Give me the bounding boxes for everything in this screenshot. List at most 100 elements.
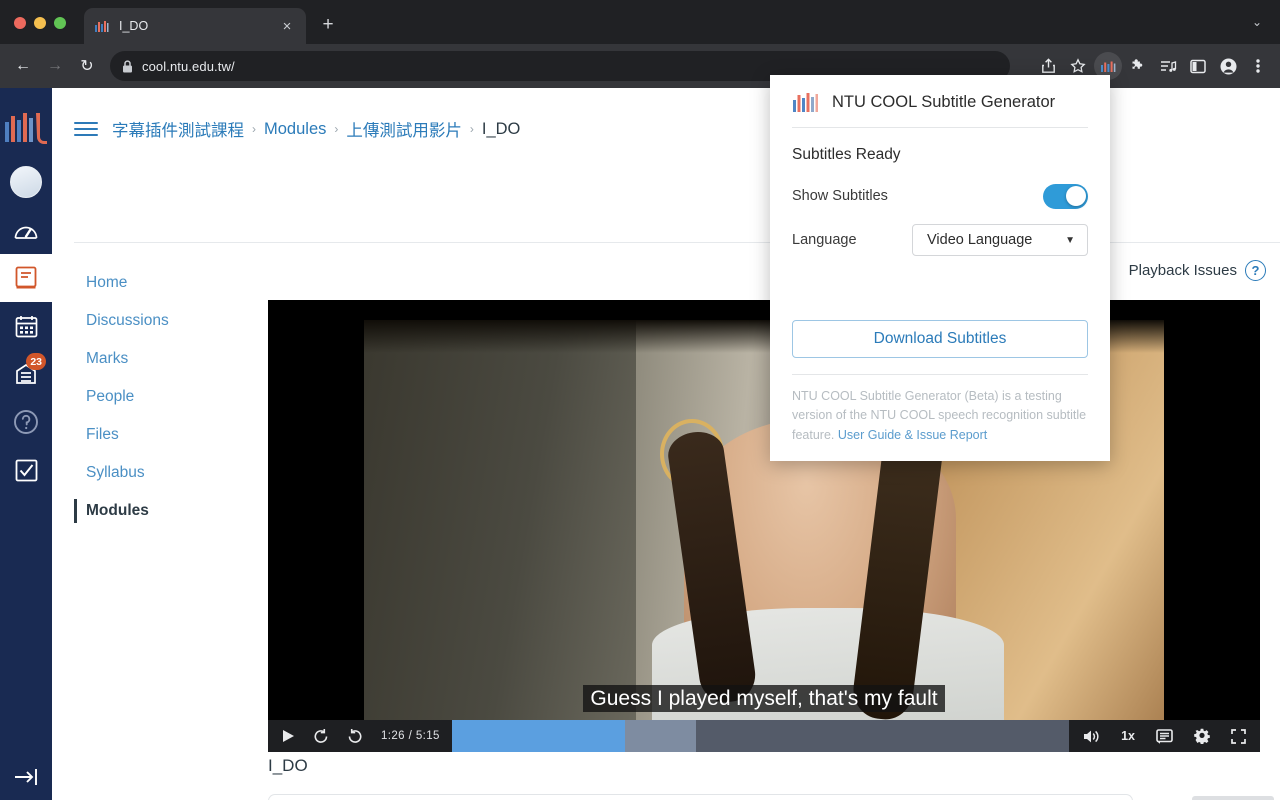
media-track-panel[interactable] — [268, 794, 1133, 800]
playback-issues-label: Playback Issues — [1128, 262, 1237, 279]
rewind-icon — [314, 729, 328, 743]
lock-icon — [123, 59, 132, 72]
progress-buffered — [624, 720, 696, 752]
popup-header: NTU COOL Subtitle Generator — [770, 75, 1110, 127]
extensions-puzzle-icon[interactable] — [1124, 52, 1152, 80]
course-nav-item-discussions[interactable]: Discussions — [74, 302, 246, 340]
settings-button[interactable] — [1194, 728, 1210, 744]
user-guide-link[interactable]: User Guide & Issue Report — [838, 428, 987, 442]
show-subtitles-label: Show Subtitles — [792, 188, 888, 204]
video-player[interactable]: Guess I played myself, that's my fault 1… — [268, 300, 1260, 752]
course-nav-item-marks[interactable]: Marks — [74, 340, 246, 378]
media-track-chip — [1192, 796, 1274, 800]
forward-button[interactable]: → — [40, 51, 70, 81]
back-button[interactable]: ← — [8, 51, 38, 81]
sidebar-item-help[interactable] — [0, 398, 52, 446]
language-value: Video Language — [927, 232, 1033, 248]
breadcrumb-item-current: I_DO — [481, 119, 521, 138]
cool-bars-icon — [95, 21, 109, 32]
new-tab-button[interactable]: + — [314, 11, 342, 39]
tab-strip: I_DO × + ⌄ — [0, 0, 1280, 44]
duration: 5:15 — [415, 730, 440, 742]
toggle-knob — [1065, 186, 1086, 206]
language-label: Language — [792, 232, 857, 248]
subtitle-text: Guess I played myself, that's my fault — [583, 684, 945, 712]
browser-window: I_DO × + ⌄ ← → ↻ cool.ntu.edu.tw/ 23 字幕插… — [0, 0, 1280, 800]
question-icon — [14, 410, 38, 434]
download-subtitles-button[interactable]: Download Subtitles — [792, 319, 1088, 358]
book-icon — [15, 266, 37, 289]
rewind-button[interactable] — [313, 728, 329, 744]
fullscreen-button[interactable] — [1231, 728, 1246, 744]
sidebar-item-calendar[interactable] — [0, 302, 52, 350]
current-time: 1:26 — [381, 730, 405, 742]
side-panel-icon[interactable] — [1184, 52, 1212, 80]
window-traffic-lights — [14, 17, 66, 44]
ntu-cool-logo[interactable] — [0, 96, 52, 158]
course-nav-menu-button[interactable] — [74, 122, 98, 136]
sidebar-item-courses[interactable] — [0, 254, 52, 302]
sidebar-item-todo[interactable] — [0, 446, 52, 494]
chrome-menu-icon[interactable] — [1244, 52, 1272, 80]
progress-bar[interactable] — [451, 720, 1070, 752]
minimize-window-button[interactable] — [34, 17, 46, 29]
breadcrumb: 字幕插件測試課程 › Modules › 上傳測試用影片 › I_DO — [112, 117, 520, 141]
breadcrumb-item-course[interactable]: 字幕插件測試課程 — [112, 117, 244, 141]
reading-list-icon[interactable] — [1154, 52, 1182, 80]
course-nav-item-files[interactable]: Files — [74, 416, 246, 454]
close-window-button[interactable] — [14, 17, 26, 29]
media-title: I_DO — [268, 756, 308, 775]
player-time: 1:26 / 5:15 — [381, 730, 440, 742]
captions-icon — [1156, 728, 1173, 744]
course-nav-item-syllabus[interactable]: Syllabus — [74, 454, 246, 492]
language-row: Language Video Language ▼ — [792, 224, 1088, 256]
popup-title: NTU COOL Subtitle Generator — [832, 92, 1056, 111]
breadcrumb-separator: › — [252, 122, 256, 136]
cool-bars-icon — [793, 93, 818, 112]
gear-icon — [1194, 728, 1210, 744]
close-icon[interactable]: × — [278, 17, 296, 35]
browser-tab[interactable]: I_DO × — [84, 8, 306, 44]
sidebar-item-inbox[interactable]: 23 — [0, 350, 52, 398]
breadcrumb-separator: › — [334, 122, 339, 136]
captions-button[interactable] — [1156, 728, 1173, 744]
tab-title: I_DO — [119, 19, 149, 33]
playback-speed-button[interactable]: 1x — [1121, 729, 1135, 743]
course-navigation: Home Discussions Marks People Files Syll… — [74, 264, 246, 530]
language-select[interactable]: Video Language ▼ — [912, 224, 1088, 256]
breadcrumb-separator: › — [469, 122, 474, 136]
maximize-window-button[interactable] — [54, 17, 66, 29]
forward-button[interactable] — [347, 728, 363, 744]
breadcrumb-item-modules[interactable]: Modules — [264, 120, 326, 139]
avatar — [10, 166, 42, 198]
sidebar-collapse-toggle[interactable] — [0, 766, 52, 788]
play-button[interactable] — [282, 729, 295, 743]
popup-disclaimer: NTU COOL Subtitle Generator (Beta) is a … — [770, 375, 1110, 461]
subtitle-generator-popup: NTU COOL Subtitle Generator Subtitles Re… — [770, 75, 1110, 461]
player-controls-right: 1x — [1069, 720, 1260, 752]
fullscreen-icon — [1231, 728, 1246, 744]
course-nav-item-people[interactable]: People — [74, 378, 246, 416]
play-icon — [283, 730, 294, 742]
playback-issues-link[interactable]: Playback Issues ? — [1129, 260, 1266, 281]
help-icon[interactable]: ? — [1245, 260, 1266, 281]
course-nav-item-modules[interactable]: Modules — [74, 492, 246, 530]
expand-arrow-icon — [15, 769, 37, 785]
sidebar-item-account[interactable] — [0, 158, 52, 206]
forward-icon — [348, 729, 362, 743]
time-separator: / — [408, 730, 413, 742]
progress-played — [451, 720, 625, 752]
inbox-badge: 23 — [26, 353, 46, 370]
show-subtitles-toggle[interactable] — [1043, 183, 1088, 209]
reload-button[interactable]: ↻ — [72, 51, 102, 81]
profile-avatar-icon[interactable] — [1214, 52, 1242, 80]
show-subtitles-row: Show Subtitles — [792, 182, 1088, 210]
player-controls-left: 1:26 / 5:15 — [268, 720, 452, 752]
sidebar-item-dashboard[interactable] — [0, 206, 52, 254]
gauge-icon — [14, 226, 38, 239]
breadcrumb-item-folder[interactable]: 上傳測試用影片 — [346, 117, 462, 141]
course-nav-item-home[interactable]: Home — [74, 264, 246, 302]
player-controls: 1:26 / 5:15 1x — [268, 720, 1260, 752]
chevron-down-icon[interactable]: ⌄ — [1244, 9, 1270, 35]
volume-button[interactable] — [1083, 729, 1100, 744]
